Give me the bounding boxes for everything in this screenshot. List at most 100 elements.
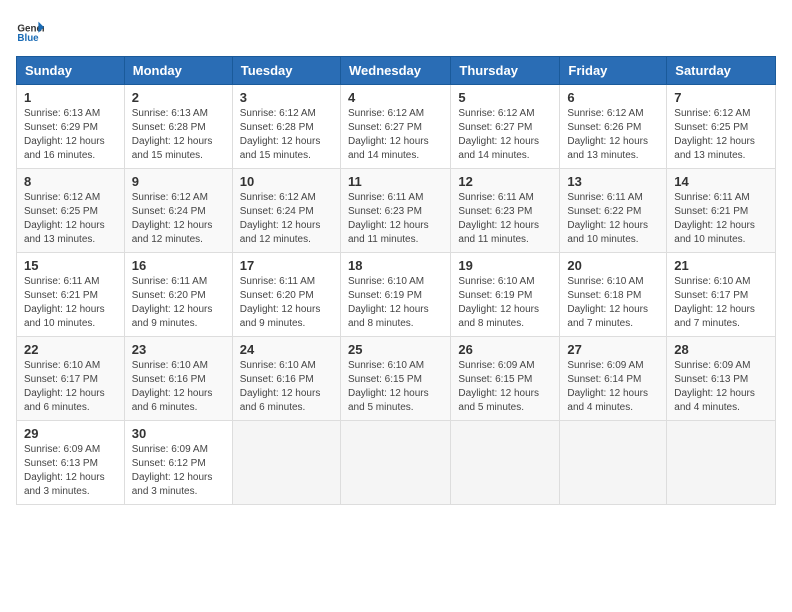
- day-info: Sunrise: 6:10 AM Sunset: 6:16 PM Dayligh…: [240, 360, 321, 413]
- calendar-cell: 10 Sunrise: 6:12 AM Sunset: 6:24 PM Dayl…: [232, 169, 340, 253]
- day-number: 24: [240, 342, 333, 357]
- day-info: Sunrise: 6:11 AM Sunset: 6:23 PM Dayligh…: [458, 192, 539, 245]
- day-number: 5: [458, 90, 552, 105]
- calendar-cell: [340, 421, 450, 505]
- day-number: 23: [132, 342, 225, 357]
- calendar-cell: 25 Sunrise: 6:10 AM Sunset: 6:15 PM Dayl…: [340, 337, 450, 421]
- calendar-cell: 9 Sunrise: 6:12 AM Sunset: 6:24 PM Dayli…: [124, 169, 232, 253]
- day-number: 12: [458, 174, 552, 189]
- calendar-table: SundayMondayTuesdayWednesdayThursdayFrid…: [16, 56, 776, 505]
- day-info: Sunrise: 6:10 AM Sunset: 6:19 PM Dayligh…: [458, 276, 539, 329]
- calendar-cell: 23 Sunrise: 6:10 AM Sunset: 6:16 PM Dayl…: [124, 337, 232, 421]
- day-info: Sunrise: 6:12 AM Sunset: 6:24 PM Dayligh…: [132, 192, 213, 245]
- page-header: General Blue: [16, 16, 776, 44]
- day-number: 10: [240, 174, 333, 189]
- day-info: Sunrise: 6:10 AM Sunset: 6:15 PM Dayligh…: [348, 360, 429, 413]
- calendar-cell: 16 Sunrise: 6:11 AM Sunset: 6:20 PM Dayl…: [124, 253, 232, 337]
- day-info: Sunrise: 6:11 AM Sunset: 6:23 PM Dayligh…: [348, 192, 429, 245]
- calendar-cell: 2 Sunrise: 6:13 AM Sunset: 6:28 PM Dayli…: [124, 85, 232, 169]
- day-info: Sunrise: 6:09 AM Sunset: 6:13 PM Dayligh…: [674, 360, 755, 413]
- calendar-cell: 1 Sunrise: 6:13 AM Sunset: 6:29 PM Dayli…: [17, 85, 125, 169]
- calendar-cell: 20 Sunrise: 6:10 AM Sunset: 6:18 PM Dayl…: [560, 253, 667, 337]
- day-number: 25: [348, 342, 443, 357]
- day-info: Sunrise: 6:09 AM Sunset: 6:13 PM Dayligh…: [24, 444, 105, 497]
- day-number: 18: [348, 258, 443, 273]
- day-number: 6: [567, 90, 659, 105]
- calendar-cell: 29 Sunrise: 6:09 AM Sunset: 6:13 PM Dayl…: [17, 421, 125, 505]
- day-info: Sunrise: 6:12 AM Sunset: 6:27 PM Dayligh…: [458, 108, 539, 161]
- calendar-cell: 3 Sunrise: 6:12 AM Sunset: 6:28 PM Dayli…: [232, 85, 340, 169]
- day-number: 30: [132, 426, 225, 441]
- day-info: Sunrise: 6:12 AM Sunset: 6:27 PM Dayligh…: [348, 108, 429, 161]
- day-info: Sunrise: 6:13 AM Sunset: 6:29 PM Dayligh…: [24, 108, 105, 161]
- day-info: Sunrise: 6:11 AM Sunset: 6:21 PM Dayligh…: [24, 276, 105, 329]
- day-number: 3: [240, 90, 333, 105]
- weekday-header-wednesday: Wednesday: [340, 57, 450, 85]
- day-number: 8: [24, 174, 117, 189]
- day-info: Sunrise: 6:09 AM Sunset: 6:14 PM Dayligh…: [567, 360, 648, 413]
- calendar-cell: 5 Sunrise: 6:12 AM Sunset: 6:27 PM Dayli…: [451, 85, 560, 169]
- day-info: Sunrise: 6:10 AM Sunset: 6:17 PM Dayligh…: [674, 276, 755, 329]
- day-number: 2: [132, 90, 225, 105]
- day-number: 13: [567, 174, 659, 189]
- calendar-week-5: 29 Sunrise: 6:09 AM Sunset: 6:13 PM Dayl…: [17, 421, 776, 505]
- weekday-header-friday: Friday: [560, 57, 667, 85]
- calendar-week-2: 8 Sunrise: 6:12 AM Sunset: 6:25 PM Dayli…: [17, 169, 776, 253]
- calendar-cell: 19 Sunrise: 6:10 AM Sunset: 6:19 PM Dayl…: [451, 253, 560, 337]
- day-info: Sunrise: 6:12 AM Sunset: 6:24 PM Dayligh…: [240, 192, 321, 245]
- calendar-cell: 15 Sunrise: 6:11 AM Sunset: 6:21 PM Dayl…: [17, 253, 125, 337]
- calendar-cell: [451, 421, 560, 505]
- weekday-header-saturday: Saturday: [667, 57, 776, 85]
- day-info: Sunrise: 6:13 AM Sunset: 6:28 PM Dayligh…: [132, 108, 213, 161]
- calendar-cell: 21 Sunrise: 6:10 AM Sunset: 6:17 PM Dayl…: [667, 253, 776, 337]
- calendar-cell: 6 Sunrise: 6:12 AM Sunset: 6:26 PM Dayli…: [560, 85, 667, 169]
- weekday-header-sunday: Sunday: [17, 57, 125, 85]
- day-number: 26: [458, 342, 552, 357]
- weekday-header-thursday: Thursday: [451, 57, 560, 85]
- day-info: Sunrise: 6:11 AM Sunset: 6:22 PM Dayligh…: [567, 192, 648, 245]
- day-info: Sunrise: 6:11 AM Sunset: 6:21 PM Dayligh…: [674, 192, 755, 245]
- calendar-cell: 4 Sunrise: 6:12 AM Sunset: 6:27 PM Dayli…: [340, 85, 450, 169]
- day-number: 9: [132, 174, 225, 189]
- day-number: 20: [567, 258, 659, 273]
- day-number: 22: [24, 342, 117, 357]
- calendar-cell: [667, 421, 776, 505]
- day-number: 28: [674, 342, 768, 357]
- day-info: Sunrise: 6:11 AM Sunset: 6:20 PM Dayligh…: [240, 276, 321, 329]
- svg-text:Blue: Blue: [17, 33, 39, 44]
- calendar-cell: 27 Sunrise: 6:09 AM Sunset: 6:14 PM Dayl…: [560, 337, 667, 421]
- calendar-cell: 12 Sunrise: 6:11 AM Sunset: 6:23 PM Dayl…: [451, 169, 560, 253]
- calendar-cell: 13 Sunrise: 6:11 AM Sunset: 6:22 PM Dayl…: [560, 169, 667, 253]
- calendar-cell: 24 Sunrise: 6:10 AM Sunset: 6:16 PM Dayl…: [232, 337, 340, 421]
- calendar-cell: [232, 421, 340, 505]
- day-info: Sunrise: 6:12 AM Sunset: 6:28 PM Dayligh…: [240, 108, 321, 161]
- day-number: 11: [348, 174, 443, 189]
- calendar-cell: 28 Sunrise: 6:09 AM Sunset: 6:13 PM Dayl…: [667, 337, 776, 421]
- calendar-cell: 18 Sunrise: 6:10 AM Sunset: 6:19 PM Dayl…: [340, 253, 450, 337]
- calendar-cell: 26 Sunrise: 6:09 AM Sunset: 6:15 PM Dayl…: [451, 337, 560, 421]
- day-number: 21: [674, 258, 768, 273]
- calendar-cell: 8 Sunrise: 6:12 AM Sunset: 6:25 PM Dayli…: [17, 169, 125, 253]
- day-number: 17: [240, 258, 333, 273]
- logo-icon: General Blue: [16, 16, 44, 44]
- calendar-cell: 11 Sunrise: 6:11 AM Sunset: 6:23 PM Dayl…: [340, 169, 450, 253]
- calendar-cell: 17 Sunrise: 6:11 AM Sunset: 6:20 PM Dayl…: [232, 253, 340, 337]
- day-info: Sunrise: 6:10 AM Sunset: 6:16 PM Dayligh…: [132, 360, 213, 413]
- day-info: Sunrise: 6:10 AM Sunset: 6:18 PM Dayligh…: [567, 276, 648, 329]
- day-info: Sunrise: 6:09 AM Sunset: 6:15 PM Dayligh…: [458, 360, 539, 413]
- calendar-cell: 7 Sunrise: 6:12 AM Sunset: 6:25 PM Dayli…: [667, 85, 776, 169]
- weekday-header-monday: Monday: [124, 57, 232, 85]
- day-number: 1: [24, 90, 117, 105]
- logo: General Blue: [16, 16, 44, 44]
- calendar-cell: 14 Sunrise: 6:11 AM Sunset: 6:21 PM Dayl…: [667, 169, 776, 253]
- calendar-week-4: 22 Sunrise: 6:10 AM Sunset: 6:17 PM Dayl…: [17, 337, 776, 421]
- calendar-week-1: 1 Sunrise: 6:13 AM Sunset: 6:29 PM Dayli…: [17, 85, 776, 169]
- day-info: Sunrise: 6:12 AM Sunset: 6:26 PM Dayligh…: [567, 108, 648, 161]
- day-info: Sunrise: 6:12 AM Sunset: 6:25 PM Dayligh…: [674, 108, 755, 161]
- day-number: 4: [348, 90, 443, 105]
- day-info: Sunrise: 6:11 AM Sunset: 6:20 PM Dayligh…: [132, 276, 213, 329]
- day-info: Sunrise: 6:10 AM Sunset: 6:17 PM Dayligh…: [24, 360, 105, 413]
- day-info: Sunrise: 6:12 AM Sunset: 6:25 PM Dayligh…: [24, 192, 105, 245]
- day-number: 14: [674, 174, 768, 189]
- day-number: 19: [458, 258, 552, 273]
